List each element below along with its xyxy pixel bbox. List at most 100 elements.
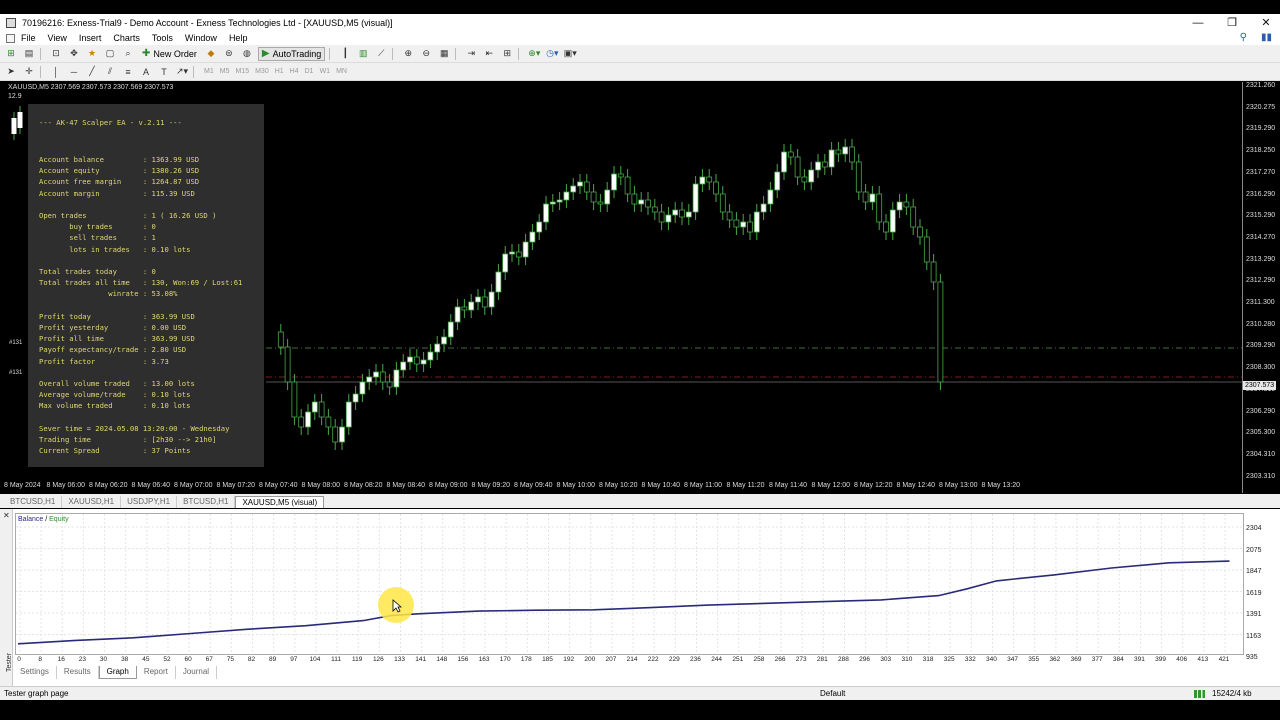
tab-results[interactable]: Results bbox=[57, 666, 99, 679]
periods-icon[interactable]: ◷▾ bbox=[545, 47, 559, 61]
close-icon[interactable]: ✕ bbox=[1260, 16, 1272, 29]
timeframe-h4[interactable]: H4 bbox=[290, 68, 299, 75]
tile-windows-icon[interactable]: ▦ bbox=[437, 47, 451, 61]
timeframe-m1[interactable]: M1 bbox=[204, 68, 214, 75]
ea-panel-line: winrate : 53.08% bbox=[39, 289, 178, 299]
strategy-tester-panel: ✕ Tester Balance / Equity 2304 2075 1847 16… bbox=[0, 509, 1280, 686]
chart-tab-active[interactable]: XAUUSD,M5 (visual) bbox=[235, 496, 325, 508]
vertical-line-icon[interactable]: │ bbox=[49, 65, 63, 79]
menu-charts[interactable]: Charts bbox=[113, 33, 140, 43]
text-icon[interactable]: A bbox=[139, 65, 153, 79]
strategy-tester-icon[interactable]: ⌕ bbox=[121, 47, 135, 61]
templates-icon[interactable]: ▣▾ bbox=[563, 47, 577, 61]
candle-body bbox=[753, 211, 760, 233]
candle-body bbox=[543, 203, 549, 223]
grid-icon[interactable]: ⊞ bbox=[500, 47, 514, 61]
cursor-icon[interactable]: ➤ bbox=[4, 65, 18, 79]
indicators-icon[interactable]: ⊕▾ bbox=[527, 47, 541, 61]
toolbar-separator bbox=[193, 65, 194, 78]
ea-panel-line: Account equity : 1380.26 USD bbox=[39, 166, 200, 176]
chart-shift-icon[interactable]: ⇤ bbox=[482, 47, 496, 61]
tab-settings[interactable]: Settings bbox=[13, 666, 57, 679]
candle-body bbox=[611, 173, 617, 191]
timeframe-w1[interactable]: W1 bbox=[320, 68, 331, 75]
menu-insert[interactable]: Insert bbox=[79, 33, 102, 43]
zoom-out-icon[interactable]: ⊖ bbox=[419, 47, 433, 61]
chart-tab[interactable]: BTCUSD,H1 bbox=[4, 496, 63, 508]
timeframe-h1[interactable]: H1 bbox=[275, 68, 284, 75]
graph-x-label: 318 bbox=[922, 656, 934, 663]
time-label: 8 May 13:20 bbox=[981, 482, 1021, 489]
menu-tools[interactable]: Tools bbox=[152, 33, 173, 43]
chart-tab[interactable]: USDJPY,H1 bbox=[121, 496, 178, 508]
timeframe-m5[interactable]: M5 bbox=[220, 68, 230, 75]
timeframe-m30[interactable]: M30 bbox=[255, 68, 269, 75]
candle-body bbox=[345, 401, 352, 428]
graph-x-label: 251 bbox=[732, 656, 744, 663]
candle-body bbox=[713, 181, 719, 195]
arrows-icon[interactable]: ↗▾ bbox=[175, 65, 189, 79]
menu-view[interactable]: View bbox=[48, 33, 67, 43]
graph-x-label: 60 bbox=[184, 656, 192, 663]
graph-x-label: 82 bbox=[247, 656, 256, 663]
tab-graph[interactable]: Graph bbox=[98, 666, 137, 679]
text-label-icon[interactable]: T bbox=[157, 65, 171, 79]
market-icon[interactable]: ◍ bbox=[240, 47, 254, 61]
search-icon[interactable]: ⚲ bbox=[1240, 32, 1247, 43]
candle-body bbox=[570, 185, 577, 193]
horizontal-line-icon[interactable]: ─ bbox=[67, 65, 81, 79]
graph-x-label: 288 bbox=[838, 656, 849, 663]
menu-help[interactable]: Help bbox=[229, 33, 248, 43]
close-icon[interactable]: ✕ bbox=[3, 511, 10, 520]
document-icon[interactable] bbox=[6, 33, 15, 43]
graph-y-label: 935 bbox=[1246, 654, 1258, 661]
trendline-icon[interactable]: ╱ bbox=[85, 65, 99, 79]
tab-report[interactable]: Report bbox=[137, 666, 176, 679]
line-chart-icon[interactable]: ⟋ bbox=[374, 47, 388, 61]
signals-icon[interactable]: ⊜ bbox=[222, 47, 236, 61]
channel-icon[interactable]: ⫽ bbox=[103, 65, 117, 79]
time-label: 8 May 07:00 bbox=[174, 482, 213, 489]
balance-graph[interactable]: Balance / Equity bbox=[15, 513, 1244, 655]
candle-body bbox=[699, 176, 706, 185]
timeframe-d1[interactable]: D1 bbox=[305, 68, 314, 75]
new-order-icon: ✚ bbox=[142, 48, 151, 59]
candle-body bbox=[672, 209, 679, 216]
candlestick-icon[interactable]: ▥ bbox=[356, 47, 370, 61]
market-watch-icon[interactable]: ⊡ bbox=[49, 47, 63, 61]
community-icon[interactable]: ▮▮ bbox=[1261, 32, 1272, 43]
candle-body bbox=[869, 193, 876, 203]
candle-body bbox=[339, 426, 345, 443]
autoscroll-icon[interactable]: ⇥ bbox=[464, 47, 478, 61]
menu-file[interactable]: File bbox=[21, 33, 36, 43]
graph-x-label: 332 bbox=[964, 656, 976, 663]
maximize-icon[interactable]: ❐ bbox=[1226, 16, 1238, 29]
timeframe-mn[interactable]: MN bbox=[336, 68, 347, 75]
navigator-icon[interactable]: ★ bbox=[85, 47, 99, 61]
fibonacci-icon[interactable]: ≡ bbox=[121, 65, 135, 79]
profiles-icon[interactable]: ▤ bbox=[22, 47, 36, 61]
tab-journal[interactable]: Journal bbox=[176, 666, 218, 679]
candle-body bbox=[821, 161, 828, 168]
ea-panel-title: --- AK-47 Scalper EA - v.2.11 --- bbox=[39, 118, 182, 127]
price-label: 2310.280 bbox=[1246, 320, 1276, 328]
chart-tab[interactable]: BTCUSD,H1 bbox=[177, 496, 236, 508]
data-window-icon[interactable]: ✥ bbox=[67, 47, 81, 61]
minimize-icon[interactable]: — bbox=[1192, 17, 1204, 29]
timeframe-m15[interactable]: M15 bbox=[235, 68, 249, 75]
chart-tab[interactable]: XAUUSD,H1 bbox=[62, 496, 122, 508]
new-chart-icon[interactable]: ⊞ bbox=[4, 47, 18, 61]
metaeditor-icon[interactable]: ◆ bbox=[204, 47, 218, 61]
candle-body bbox=[679, 209, 685, 218]
crosshair-icon[interactable]: ✛ bbox=[22, 65, 36, 79]
autotrading-button[interactable]: ▶ AutoTrading bbox=[257, 46, 326, 61]
menu-window[interactable]: Window bbox=[185, 33, 217, 43]
new-order-button[interactable]: ✚ New Order bbox=[139, 47, 200, 61]
candle-body bbox=[855, 161, 862, 193]
candle-body bbox=[17, 112, 23, 128]
bar-chart-icon[interactable]: ┃ bbox=[338, 47, 352, 61]
terminal-icon[interactable]: ▢ bbox=[103, 47, 117, 61]
price-label: 2317.270 bbox=[1246, 168, 1276, 176]
zoom-in-icon[interactable]: ⊕ bbox=[401, 47, 415, 61]
graph-x-label: 192 bbox=[563, 656, 575, 663]
